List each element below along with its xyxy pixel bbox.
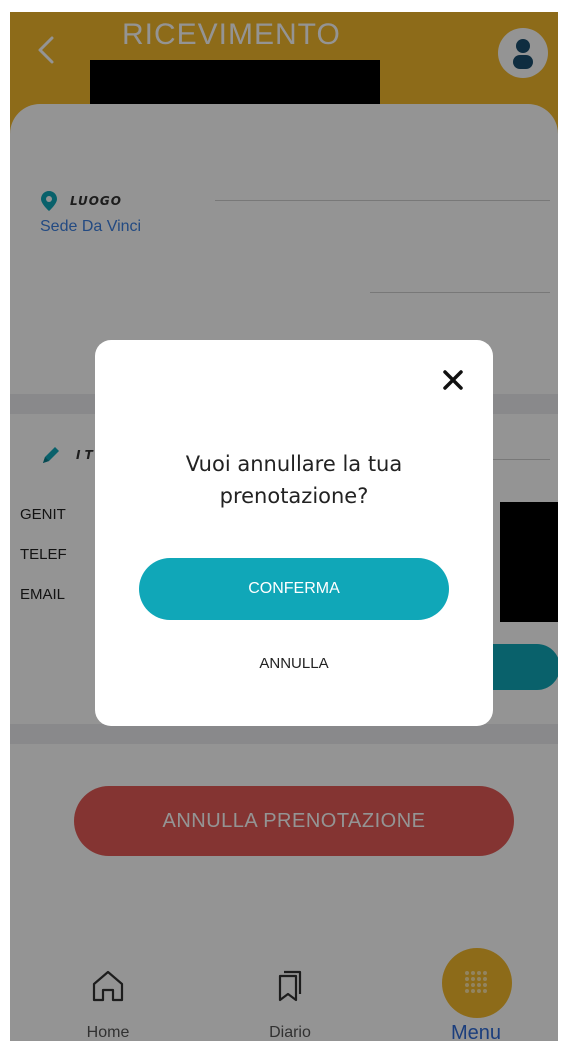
confirm-button[interactable]: CONFERMA	[139, 558, 449, 620]
app-screen: RICEVIMENTO LUOGO Sede Da Vinci I T GENI…	[10, 12, 558, 1041]
close-icon	[443, 370, 463, 390]
close-button[interactable]	[433, 360, 473, 400]
dialog-message: Vuoi annullare la tua prenotazione?	[185, 452, 403, 508]
cancel-button[interactable]: ANNULLA	[139, 655, 449, 672]
confirm-dialog: Vuoi annullare la tua prenotazione? CONF…	[95, 340, 493, 726]
